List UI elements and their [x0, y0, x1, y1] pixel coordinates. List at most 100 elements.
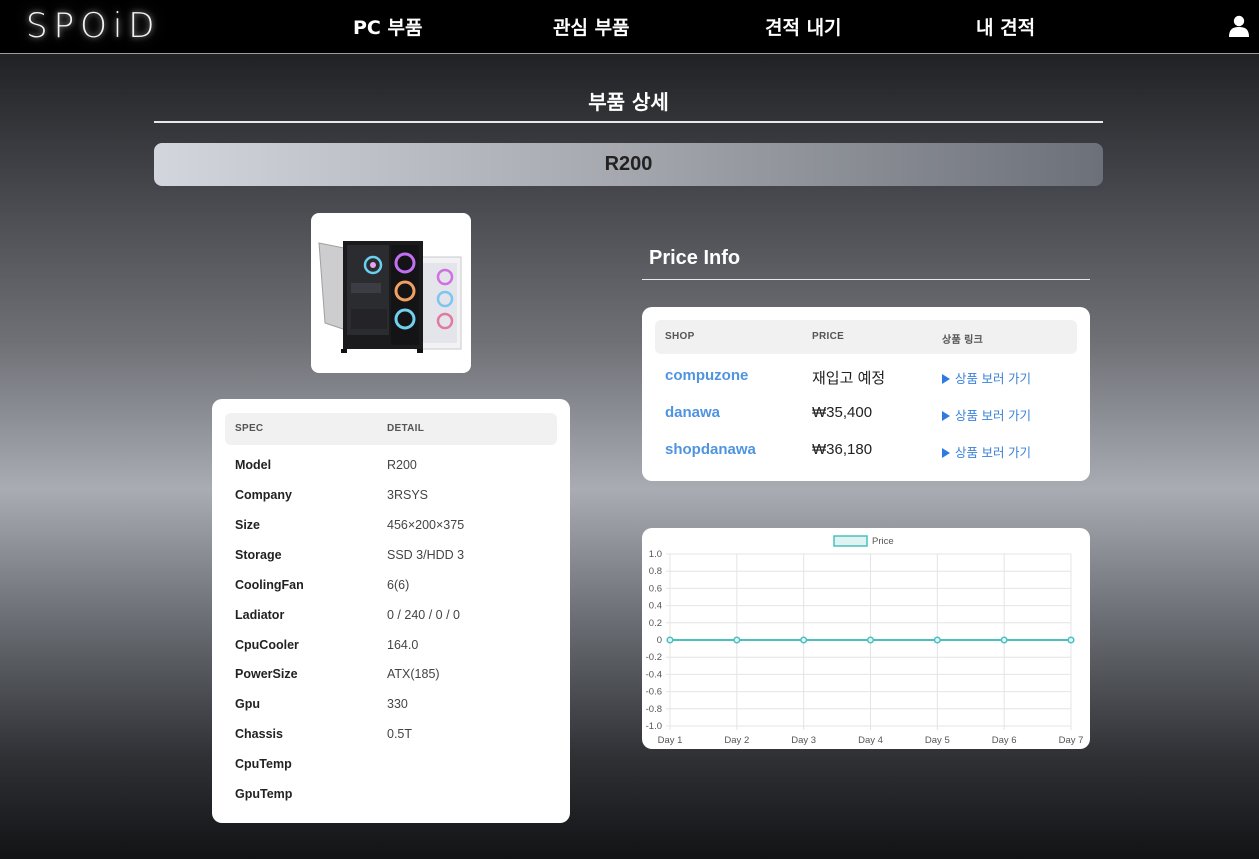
shop-name: danawa: [665, 404, 721, 421]
table-row: CpuTemp: [212, 757, 570, 787]
product-link[interactable]: 상품 보러 가기: [942, 368, 1031, 387]
y-tick-label: -0.2: [646, 652, 662, 663]
legend-label: Price: [872, 536, 894, 547]
spec-value: 164.0: [387, 638, 419, 652]
shop-name: compuzone: [665, 367, 749, 384]
spec-key: GpuTemp: [235, 787, 293, 801]
spec-value: 3RSYS: [387, 488, 428, 502]
spec-value: R200: [387, 458, 417, 472]
table-row: Gpu 330: [212, 697, 570, 727]
table-row: CoolingFan 6(6): [212, 578, 570, 608]
price-history-chart: 1.0 0.8 0.6 0.4 0.2 0 -0.2 -0.4 -0.6 -0.8 -1.0 Day …: [642, 528, 1090, 749]
spec-key: Company: [235, 488, 292, 502]
y-tick-label: -1.0: [646, 721, 662, 732]
spec-key: Size: [235, 518, 261, 532]
product-link-label: 상품 보러 가기: [955, 409, 1031, 423]
spec-value: 6(6): [387, 578, 410, 592]
table-row: compuzone 재입고 예정 상품 보러 가기: [642, 367, 1090, 397]
data-point: [1000, 636, 1008, 644]
play-triangle-icon: [942, 411, 950, 421]
y-tick-label: 1.0: [649, 549, 662, 560]
y-tick-label: 0.2: [649, 618, 662, 629]
price-info-divider: [642, 279, 1090, 280]
product-link-label: 상품 보러 가기: [955, 372, 1031, 386]
x-tick-label: Day 4: [858, 735, 883, 746]
spec-value: 0 / 240 / 0 / 0: [387, 608, 460, 622]
x-tick-label: Day 6: [992, 735, 1017, 746]
nav-favorite-parts[interactable]: 관심 부품: [553, 13, 630, 40]
spec-key: Storage: [235, 548, 282, 562]
x-tick-label: Day 2: [724, 735, 749, 746]
data-point: [866, 636, 875, 644]
product-link[interactable]: 상품 보러 가기: [942, 442, 1031, 461]
table-row: CpuCooler 164.0: [212, 638, 570, 668]
table-row: danawa ₩35,400 상품 보러 가기: [642, 404, 1090, 434]
x-tick-label: Day 1: [658, 735, 683, 746]
nav-my-estimate[interactable]: 내 견적: [976, 13, 1035, 40]
spec-key: CpuTemp: [235, 757, 292, 771]
play-triangle-icon: [942, 374, 950, 384]
detail-column-header: DETAIL: [387, 423, 425, 434]
table-row: shopdanawa ₩36,180 상품 보러 가기: [642, 441, 1090, 471]
pc-case-illustration: [318, 241, 462, 353]
spec-key: CpuCooler: [235, 638, 299, 652]
price-table: SHOP PRICE 상품 링크 compuzone 재입고 예정 상품 보러 …: [642, 307, 1090, 481]
logo[interactable]: SPOiD: [26, 6, 160, 46]
play-triangle-icon: [942, 448, 950, 458]
spec-value: 456×200×375: [387, 518, 465, 532]
y-tick-label: 0: [657, 635, 662, 646]
nav-pc-parts[interactable]: PC 부품: [353, 13, 422, 40]
table-row: Company 3RSYS: [212, 488, 570, 518]
spec-column-header: SPEC: [235, 423, 264, 434]
y-tick-label: -0.4: [646, 669, 662, 680]
top-navbar: SPOiD PC 부품 관심 부품 견적 내기 내 견적: [0, 0, 1259, 54]
table-row: Model R200: [212, 458, 570, 488]
product-name-bar: R200: [154, 143, 1103, 186]
spec-key: Model: [235, 458, 272, 472]
data-point: [666, 636, 674, 644]
table-row: Storage SSD 3/HDD 3: [212, 548, 570, 578]
spec-key: Ladiator: [235, 608, 285, 622]
spec-key: CoolingFan: [235, 578, 304, 592]
link-column-header: 상품 링크: [942, 335, 984, 346]
shop-name: shopdanawa: [665, 441, 756, 458]
legend-swatch: [833, 535, 868, 547]
x-tick-label: Day 5: [925, 735, 950, 746]
spec-value: 330: [387, 697, 408, 711]
spec-key: Gpu: [235, 697, 260, 711]
shop-price: 재입고 예정: [812, 370, 886, 387]
page-title: 부품 상세: [588, 90, 669, 114]
product-link[interactable]: 상품 보러 가기: [942, 405, 1031, 424]
spec-value: 0.5T: [387, 727, 413, 741]
spec-value: SSD 3/HDD 3: [387, 548, 465, 562]
spec-table-header: SPEC DETAIL: [225, 413, 557, 445]
table-row: PowerSize ATX(185): [212, 667, 570, 697]
table-row: Chassis 0.5T: [212, 727, 570, 757]
data-point: [800, 636, 808, 644]
spec-key: Chassis: [235, 727, 283, 741]
data-point: [933, 636, 941, 644]
user-icon[interactable]: [1227, 14, 1251, 38]
title-divider: [154, 121, 1103, 123]
table-row: GpuTemp: [212, 787, 570, 817]
price-table-header: SHOP PRICE 상품 링크: [655, 320, 1077, 354]
table-row: Size 456×200×375: [212, 518, 570, 548]
x-tick-label: Day 7: [1059, 735, 1084, 746]
spec-key: PowerSize: [235, 667, 298, 681]
y-tick-label: -0.6: [646, 687, 662, 698]
nav-make-estimate[interactable]: 견적 내기: [765, 13, 842, 40]
price-column-header: PRICE: [812, 331, 845, 342]
product-image: [311, 213, 471, 373]
y-tick-label: 0.8: [649, 566, 662, 577]
y-tick-label: 0.6: [649, 583, 662, 594]
data-point: [733, 636, 741, 644]
shop-price: ₩36,180: [812, 441, 873, 458]
y-tick-label: 0.4: [649, 601, 662, 612]
table-row: Ladiator 0 / 240 / 0 / 0: [212, 608, 570, 638]
x-tick-label: Day 3: [791, 735, 816, 746]
price-info-title: Price Info: [649, 247, 741, 269]
spec-value: ATX(185): [387, 667, 440, 681]
product-link-label: 상품 보러 가기: [955, 446, 1031, 460]
shop-price: ₩35,400: [812, 404, 873, 421]
line-chart: 1.0 0.8 0.6 0.4 0.2 0 -0.2 -0.4 -0.6 -0.8 -1.0 Day …: [646, 535, 1084, 746]
